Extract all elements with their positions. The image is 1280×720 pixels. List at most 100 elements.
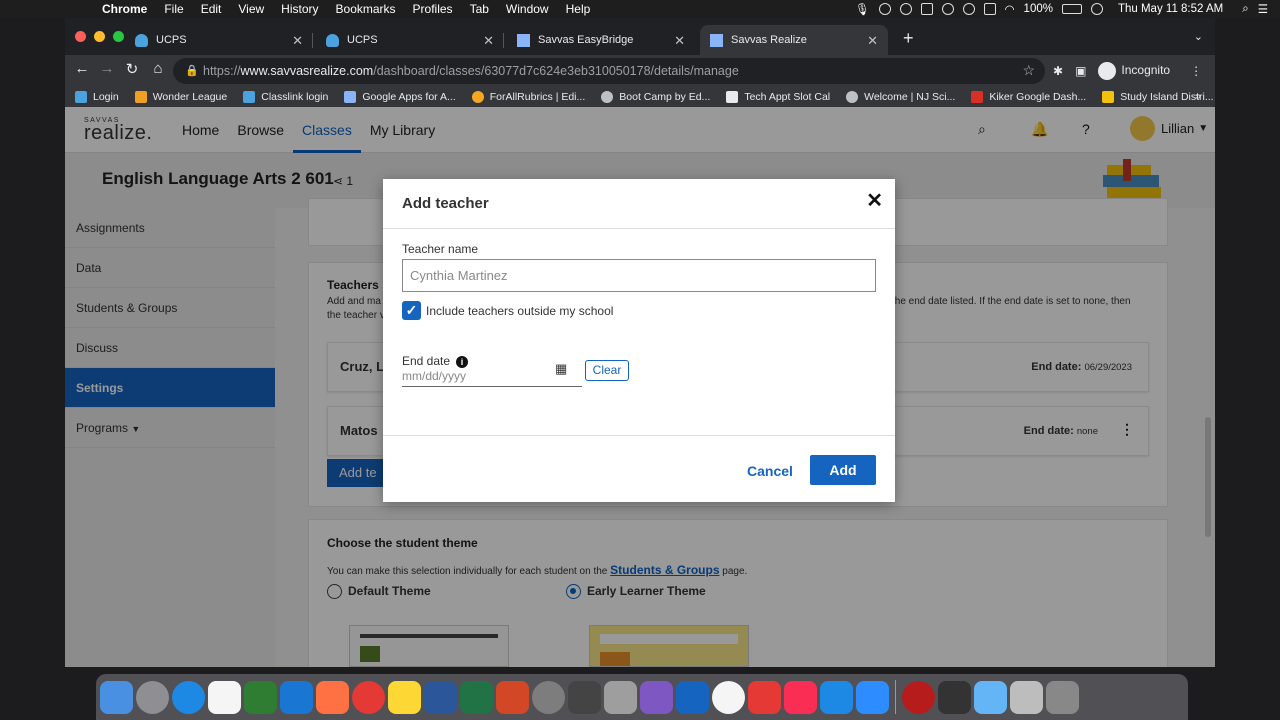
- minimize-window-button[interactable]: [94, 31, 105, 42]
- add-button[interactable]: Add: [810, 455, 876, 485]
- wifi-icon[interactable]: ◠: [1005, 2, 1015, 16]
- back-arrow-icon[interactable]: ←: [72, 60, 92, 77]
- control-center-icon[interactable]: ☰: [1258, 2, 1268, 16]
- dock-app-icon[interactable]: [938, 680, 971, 714]
- bookmark-kiker[interactable]: Kiker Google Dash...: [971, 91, 1086, 103]
- lock-icon[interactable]: 🔒: [185, 64, 199, 77]
- dock-app-icon[interactable]: [676, 680, 709, 714]
- menu-file[interactable]: File: [164, 2, 183, 16]
- bookmark-login[interactable]: Login: [75, 91, 119, 103]
- incognito-indicator[interactable]: Incognito: [1098, 62, 1170, 80]
- include-outside-label[interactable]: Include teachers outside my school: [426, 304, 613, 318]
- dock-app-icon[interactable]: [424, 680, 457, 714]
- menu-bookmarks[interactable]: Bookmarks: [336, 2, 396, 16]
- extensions-puzzle-icon[interactable]: ✱: [1053, 64, 1063, 78]
- dock-app-icon[interactable]: [974, 680, 1007, 714]
- close-window-button[interactable]: [75, 31, 86, 42]
- battery-icon[interactable]: [1061, 4, 1082, 14]
- dock-app-icon[interactable]: [388, 680, 421, 714]
- dock-app-icon[interactable]: [172, 680, 205, 714]
- browser-toolbar: ← → ↻ ⌂ 🔒 https://www.savvasrealize.com /…: [65, 55, 1215, 87]
- browser-tab-4-active[interactable]: Savvas Realize ✕: [700, 25, 888, 55]
- side-panel-icon[interactable]: ▣: [1075, 64, 1086, 78]
- forward-arrow-icon[interactable]: →: [97, 60, 117, 77]
- dock-app-icon[interactable]: [208, 680, 241, 714]
- menu-app-name[interactable]: Chrome: [102, 2, 147, 16]
- status-icon-1[interactable]: [878, 3, 891, 15]
- web-page: SAVVAS realize. Home Browse Classes My L…: [65, 107, 1215, 667]
- address-bar[interactable]: 🔒 https://www.savvasrealize.com/dashboar…: [173, 58, 1045, 84]
- dock-app-icon[interactable]: [1046, 680, 1079, 714]
- drive-icon[interactable]: [983, 3, 996, 15]
- dock-app-icon[interactable]: [784, 680, 817, 714]
- dock-app-icon[interactable]: [100, 680, 133, 714]
- study-island-icon: [1102, 91, 1115, 103]
- dock-app-icon[interactable]: [820, 680, 853, 714]
- dock-app-icon[interactable]: [902, 680, 935, 714]
- bookmark-wonder-league[interactable]: Wonder League: [134, 91, 227, 103]
- menu-edit[interactable]: Edit: [201, 2, 222, 16]
- close-tab-icon[interactable]: ✕: [292, 33, 303, 49]
- dock-app-icon[interactable]: [712, 680, 745, 714]
- savvas-icon: [710, 33, 723, 47]
- bookmarks-overflow-icon[interactable]: »: [1195, 90, 1201, 102]
- new-tab-plus-icon[interactable]: +: [903, 28, 914, 49]
- menu-view[interactable]: View: [238, 2, 264, 16]
- clear-date-button[interactable]: Clear: [585, 360, 629, 381]
- menu-help[interactable]: Help: [566, 2, 591, 16]
- menu-profiles[interactable]: Profiles: [413, 2, 453, 16]
- clock[interactable]: Thu May 11 8:52 AM: [1118, 3, 1223, 15]
- browser-tab-2[interactable]: UCPS ✕: [316, 25, 504, 55]
- dock-app-icon[interactable]: [604, 680, 637, 714]
- dock-app-icon[interactable]: [280, 680, 313, 714]
- microphone-icon[interactable]: 🎙: [855, 2, 870, 16]
- tab-search-chevron-icon[interactable]: ⌄: [1194, 30, 1203, 43]
- home-icon[interactable]: ⌂: [148, 60, 168, 77]
- menubar-status-area: 🎙 ◠ 100% Thu May 11 8:52 AM ⌕ ☰: [855, 0, 1280, 18]
- bookmark-nj-sci[interactable]: Welcome | NJ Sci...: [846, 91, 955, 103]
- close-icon[interactable]: ✕: [866, 188, 883, 213]
- close-tab-icon[interactable]: ✕: [674, 33, 685, 49]
- spotlight-icon[interactable]: ⌕: [1242, 3, 1248, 16]
- user-switch-icon[interactable]: [1090, 3, 1103, 15]
- reload-icon[interactable]: ↻: [122, 60, 142, 78]
- calendar-icon[interactable]: ▦: [555, 361, 567, 377]
- bookmark-forallrubrics[interactable]: ForAllRubrics | Edi...: [471, 91, 586, 103]
- bookmark-star-icon[interactable]: ☆: [1022, 62, 1035, 79]
- location-icon-2[interactable]: [962, 3, 975, 15]
- zoom-window-button[interactable]: [113, 31, 124, 42]
- bookmark-boot-camp[interactable]: Boot Camp by Ed...: [601, 91, 710, 103]
- bookmark-classlink[interactable]: Classlink login: [243, 91, 328, 103]
- dock-app-icon[interactable]: [352, 680, 385, 714]
- dock-app-icon[interactable]: [136, 680, 169, 714]
- dock-app-icon[interactable]: [640, 680, 673, 714]
- close-tab-icon[interactable]: ✕: [483, 33, 494, 49]
- menu-tab[interactable]: Tab: [470, 2, 489, 16]
- bookmark-google-apps[interactable]: Google Apps for A...: [344, 91, 456, 103]
- location-icon[interactable]: [941, 3, 954, 15]
- dock-app-icon[interactable]: [460, 680, 493, 714]
- browser-tab-3[interactable]: Savvas EasyBridge ✕: [507, 25, 695, 55]
- dock-app-icon[interactable]: [568, 680, 601, 714]
- dock-app-icon[interactable]: [1010, 680, 1043, 714]
- teacher-name-input[interactable]: [402, 259, 876, 292]
- dock-app-icon[interactable]: [244, 680, 277, 714]
- dock-app-icon[interactable]: [532, 680, 565, 714]
- chrome-menu-icon[interactable]: ⋮: [1190, 64, 1202, 78]
- dock-app-icon[interactable]: [496, 680, 529, 714]
- include-outside-checkbox[interactable]: ✓: [402, 301, 421, 320]
- dock-separator: [895, 680, 896, 714]
- bookmark-label: ForAllRubrics | Edi...: [489, 91, 586, 103]
- cloud-icon: [135, 33, 148, 47]
- menu-history[interactable]: History: [281, 2, 318, 16]
- browser-tab-1[interactable]: UCPS ✕: [125, 25, 313, 55]
- menu-window[interactable]: Window: [506, 2, 549, 16]
- status-icon-3[interactable]: [920, 3, 933, 15]
- close-tab-icon[interactable]: ✕: [867, 33, 878, 49]
- dock-app-icon[interactable]: [856, 680, 889, 714]
- dock-app-icon[interactable]: [316, 680, 349, 714]
- dock-app-icon[interactable]: [748, 680, 781, 714]
- creative-cloud-icon[interactable]: [899, 3, 912, 15]
- bookmark-tech-appt[interactable]: Tech Appt Slot Cal: [726, 91, 830, 103]
- cancel-button[interactable]: Cancel: [747, 463, 793, 479]
